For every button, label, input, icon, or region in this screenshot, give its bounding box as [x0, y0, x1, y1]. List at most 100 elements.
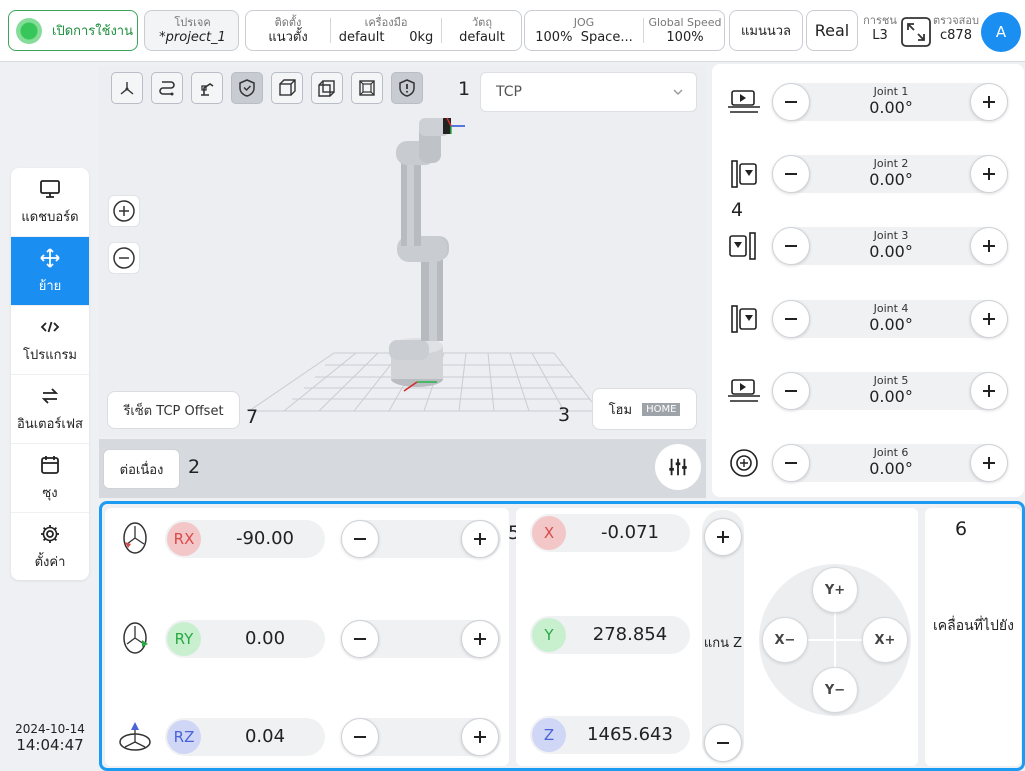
view-cube-top-button[interactable] [351, 72, 383, 104]
reset-tcp-offset-button[interactable]: รีเซ็ต TCP Offset [107, 391, 240, 429]
sidebar-item-move[interactable]: ย้าย [11, 237, 89, 306]
joint-5-plus-button[interactable] [970, 372, 1008, 410]
global-speed-caption: Global Speed [648, 15, 722, 29]
view-safety-button[interactable] [231, 72, 263, 104]
zoom-out-icon [113, 247, 135, 269]
view-cube-front-button[interactable] [271, 72, 303, 104]
joint-5-minus-button[interactable] [772, 372, 810, 410]
minus-icon [785, 462, 797, 464]
joint-3-plus-button[interactable] [970, 227, 1008, 265]
sidebar-item-interface[interactable]: อินเตอร์เฟส [11, 375, 89, 444]
joint-4-plus-button[interactable] [970, 300, 1008, 338]
plus-icon [983, 240, 995, 252]
clock: 2024-10-14 14:04:47 [6, 722, 94, 754]
joint-2-plus-button[interactable] [970, 155, 1008, 193]
jog-caption: JOG [573, 15, 595, 29]
rx-value-track: RX -90.00 [165, 520, 325, 558]
joint-1-minus-button[interactable] [772, 83, 810, 121]
home-button[interactable]: โฮม HOME [592, 388, 697, 430]
z-axis-tag: Z [532, 718, 566, 752]
installation-summary[interactable]: ติดตั้ง แนวตั้ง เครื่องมือ default 0kg ว… [245, 10, 522, 51]
joint-base-rotate-icon [728, 90, 760, 113]
sidebar-item-schedule[interactable]: ซุง [11, 444, 89, 513]
plus-icon [474, 533, 486, 545]
view-axes-button[interactable] [111, 72, 143, 104]
sidebar-item-settings[interactable]: ตั้งค่า [11, 513, 89, 580]
plus-icon [983, 385, 995, 397]
joint-4-minus-button[interactable] [772, 300, 810, 338]
view-robot-button[interactable] [191, 72, 223, 104]
plus-icon [474, 731, 486, 743]
joint-wrist3-icon [730, 449, 758, 477]
z-minus-button[interactable] [704, 724, 742, 762]
rx-axis-tag: RX [167, 522, 201, 556]
sliders-icon [669, 458, 687, 476]
continuous-mode-button[interactable]: ต่อเนื่อง [103, 449, 180, 489]
x-value: -0.071 [600, 522, 660, 543]
sidebar-item-label: ซุง [42, 485, 58, 501]
enable-power-button[interactable]: เปิดการใช้งาน [8, 10, 138, 51]
project-selector[interactable]: โปรเจค *project_1 [144, 10, 239, 51]
x-axis-tag: X [532, 516, 566, 550]
rz-plus-button[interactable] [461, 718, 499, 756]
expand-icon[interactable] [901, 17, 931, 47]
view-cube-side-button[interactable] [311, 72, 343, 104]
view-warning-button[interactable] [391, 72, 423, 104]
object-cell: วัตถุ default [442, 11, 522, 50]
manual-mode-button[interactable]: แมนนวล [729, 10, 803, 51]
power-label: เปิดการใช้งาน [52, 24, 133, 39]
zoom-in-icon [113, 200, 135, 222]
jog-mode: Space... [580, 29, 633, 45]
y-minus-button[interactable]: Y− [812, 667, 858, 713]
global-speed-cell: Global Speed 100% [644, 11, 726, 50]
rx-minus-button[interactable] [341, 520, 379, 558]
rotate-rx-icon [123, 522, 147, 554]
tcp-select[interactable]: TCP [480, 72, 697, 112]
check-value: c878 [940, 28, 972, 43]
ry-plus-button[interactable] [461, 620, 499, 658]
joint-6-plus-button[interactable] [970, 444, 1008, 482]
z-plus-button[interactable] [704, 518, 742, 556]
jog-settings-button[interactable] [655, 444, 701, 490]
real-mode-button[interactable]: Real [806, 10, 858, 51]
cube-side-icon [318, 80, 335, 97]
shield-alert-icon [399, 79, 415, 97]
move-to-button[interactable]: 6 เคลื่อนที่ไปยัง [925, 508, 1021, 766]
joint-2-minus-button[interactable] [772, 155, 810, 193]
plus-icon [983, 313, 995, 325]
swap-arrows-icon [41, 387, 59, 404]
joint-6-minus-button[interactable] [772, 444, 810, 482]
speed-summary[interactable]: JOG 100% Space... Global Speed 100% [524, 10, 725, 51]
move-to-label: เคลื่อนที่ไปยัง [933, 618, 1014, 634]
ry-minus-button[interactable] [341, 620, 379, 658]
minus-icon [785, 245, 797, 247]
view-path-button[interactable] [151, 72, 183, 104]
monitor-icon [40, 179, 60, 198]
minus-icon [785, 101, 797, 103]
tool-weight: 0kg [409, 29, 434, 45]
joint-3-minus-button[interactable] [772, 227, 810, 265]
joint-1-plus-button[interactable] [970, 83, 1008, 121]
cube-top-icon [359, 80, 375, 96]
joint-elbow-icon [729, 232, 756, 260]
user-avatar[interactable]: A [981, 12, 1021, 52]
zoom-out-button[interactable] [108, 242, 140, 274]
x-plus-button[interactable]: X+ [862, 617, 908, 663]
minus-icon [354, 538, 366, 540]
collision-level[interactable]: การชน L3 [862, 14, 898, 44]
zoom-in-button[interactable] [108, 195, 140, 227]
y-value: 278.854 [592, 624, 668, 645]
robot-3d-viewport[interactable]: 1 TCP รีเซ็ต TCP Offset 7 3 โฮม HOME [99, 66, 706, 437]
sidebar-item-dashboard[interactable]: แดชบอร์ด [11, 168, 89, 237]
callout-1: 1 [458, 78, 471, 100]
joint-wrist2-icon [728, 379, 760, 402]
check-status[interactable]: ตรวจสอบ c878 [933, 14, 979, 44]
rx-plus-button[interactable] [461, 520, 499, 558]
global-speed-value: 100% [666, 29, 704, 45]
y-plus-button[interactable]: Y+ [812, 567, 858, 613]
sidebar-item-program[interactable]: โปรแกรม [11, 306, 89, 375]
rz-step-track [341, 718, 501, 756]
rz-minus-button[interactable] [341, 718, 379, 756]
install-caption: ติดตั้ง [274, 15, 302, 29]
x-minus-button[interactable]: X− [762, 617, 808, 663]
